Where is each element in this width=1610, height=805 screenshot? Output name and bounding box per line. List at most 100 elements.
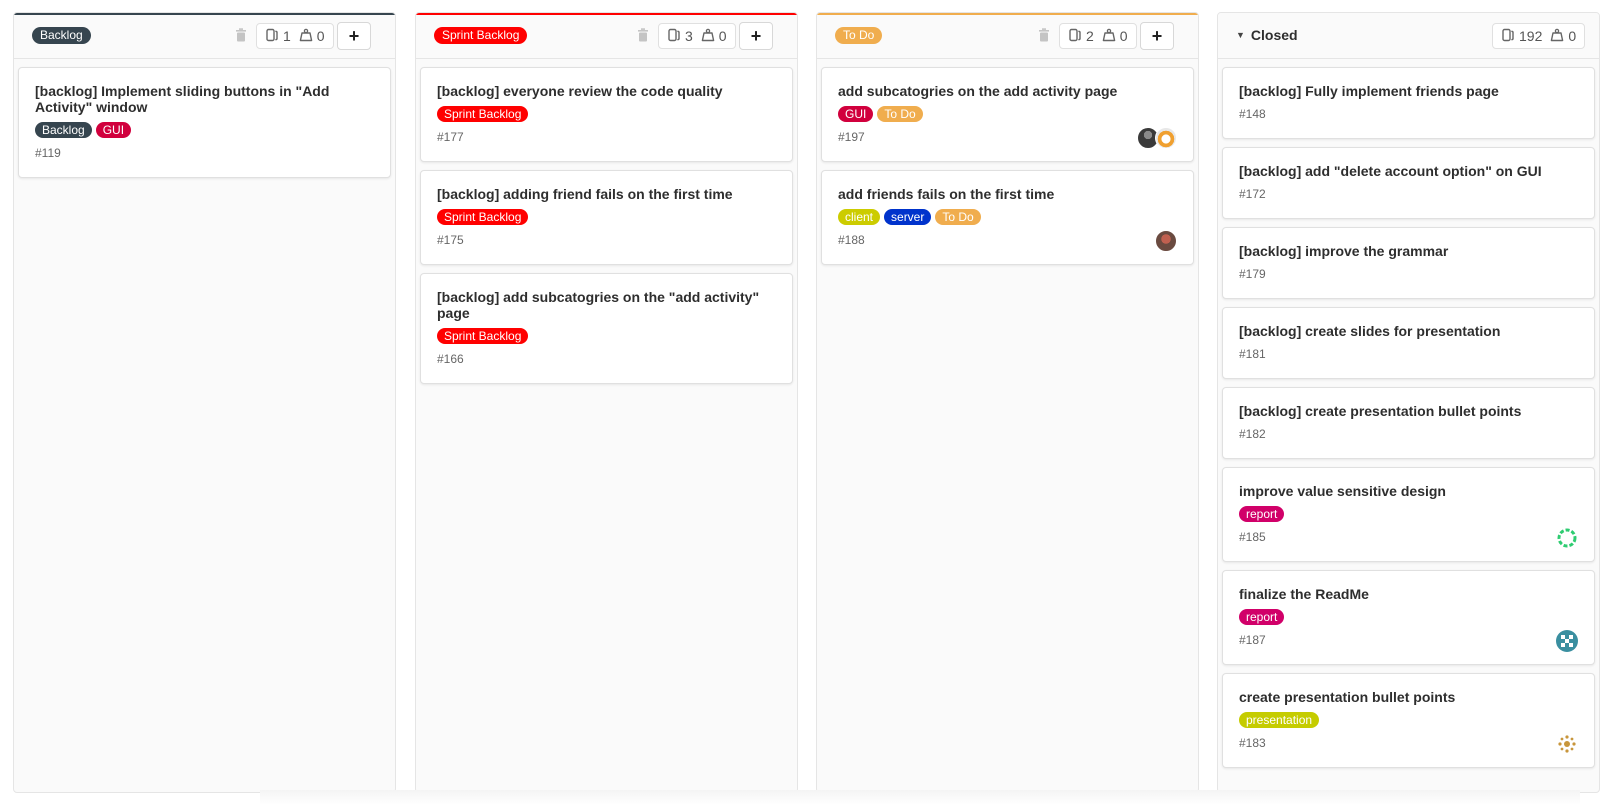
new-issue-button[interactable]: + <box>1140 22 1174 50</box>
label-to-do[interactable]: To Do <box>877 106 923 122</box>
issue-card[interactable]: [backlog] create presentation bullet poi… <box>1222 387 1595 459</box>
assignee-avatars <box>1155 230 1177 252</box>
issue-number: #175 <box>437 233 464 247</box>
issue-card[interactable]: add subcatogries on the add activity pag… <box>821 67 1194 162</box>
issue-labels: Backlog GUI <box>35 122 374 138</box>
collapse-caret-icon[interactable]: ▼ <box>1236 30 1245 40</box>
issue-title[interactable]: [backlog] create slides for presentation <box>1239 323 1578 339</box>
delete-list-icon[interactable] <box>235 28 247 43</box>
issue-labels: Sprint Backlog <box>437 209 776 225</box>
issue-number: #182 <box>1239 427 1266 441</box>
issue-title[interactable]: [backlog] everyone review the code quali… <box>437 83 776 99</box>
issue-title[interactable]: improve value sensitive design <box>1239 483 1578 499</box>
weight-icon <box>1550 28 1564 45</box>
issue-labels: Sprint Backlog <box>437 106 776 122</box>
issue-title[interactable]: [backlog] adding friend fails on the fir… <box>437 186 776 202</box>
issue-card[interactable]: create presentation bullet points presen… <box>1222 673 1595 768</box>
list-header: ▼ Closed 192 0 <box>1218 13 1599 59</box>
issue-board: Backlog 1 0 + [backlog] Implement slidin… <box>0 0 1610 805</box>
label-sprint-backlog[interactable]: Sprint Backlog <box>437 209 529 225</box>
weight-icon <box>701 28 715 45</box>
issue-card[interactable]: [backlog] everyone review the code quali… <box>420 67 793 162</box>
list-label[interactable]: Sprint Backlog <box>434 27 528 44</box>
board-list-backlog: Backlog 1 0 + [backlog] Implement slidin… <box>13 12 396 793</box>
issue-number: #185 <box>1239 530 1266 544</box>
issue-number: #183 <box>1239 736 1266 750</box>
issue-card[interactable]: [backlog] create slides for presentation… <box>1222 307 1595 379</box>
label-gui[interactable]: GUI <box>95 122 132 138</box>
assignee-avatars <box>1137 127 1177 149</box>
assignee-identicon-avatar[interactable] <box>1556 527 1578 549</box>
delete-list-icon[interactable] <box>1038 28 1050 43</box>
label-gui[interactable]: GUI <box>838 106 874 122</box>
weight-icon <box>1102 28 1116 45</box>
new-issue-button[interactable]: + <box>739 22 773 50</box>
label-server[interactable]: server <box>884 209 932 225</box>
list-counts: 3 0 <box>658 23 736 49</box>
issues-icon <box>1501 28 1515 45</box>
assignee-identicon-avatar[interactable] <box>1556 630 1578 652</box>
list-color-bar <box>817 13 1198 15</box>
issue-title[interactable]: add subcatogries on the add activity pag… <box>838 83 1177 99</box>
issue-card[interactable]: finalize the ReadMe report #187 <box>1222 570 1595 665</box>
issue-number: #148 <box>1239 107 1266 121</box>
issue-title[interactable]: [backlog] add subcatogries on the "add a… <box>437 289 776 321</box>
issue-labels: Sprint Backlog <box>437 328 776 344</box>
weight-value: 0 <box>1568 28 1577 44</box>
issue-title[interactable]: finalize the ReadMe <box>1239 586 1578 602</box>
weight-count: 0 <box>1102 28 1128 45</box>
weight-value: 0 <box>316 28 325 44</box>
list-label[interactable]: To Do <box>835 27 883 44</box>
list-title[interactable]: ▼ Closed <box>1236 27 1298 43</box>
issue-card[interactable]: [backlog] Implement sliding buttons in "… <box>18 67 391 178</box>
label-backlog[interactable]: Backlog <box>35 122 92 138</box>
issue-card[interactable]: [backlog] Fully implement friends page #… <box>1222 67 1595 139</box>
issue-count-value: 3 <box>685 28 693 44</box>
label-presentation[interactable]: presentation <box>1239 712 1320 728</box>
card-list: [backlog] everyone review the code quali… <box>416 67 797 384</box>
issue-number: #187 <box>1239 633 1266 647</box>
issue-title[interactable]: [backlog] improve the grammar <box>1239 243 1578 259</box>
issue-card[interactable]: add friends fails on the first time clie… <box>821 170 1194 265</box>
list-counts: 2 0 <box>1059 23 1137 49</box>
weight-value: 0 <box>1119 28 1128 44</box>
issue-number: #188 <box>838 233 865 247</box>
weight-icon <box>299 28 313 45</box>
list-label[interactable]: Backlog <box>32 27 91 44</box>
issue-card[interactable]: [backlog] improve the grammar #179 <box>1222 227 1595 299</box>
assignee-avatar[interactable] <box>1155 127 1177 149</box>
assignee-avatars <box>1556 527 1578 549</box>
assignee-avatar[interactable] <box>1155 230 1177 252</box>
issue-count: 3 <box>667 28 693 45</box>
list-color-bar <box>416 13 797 15</box>
issue-card[interactable]: [backlog] add subcatogries on the "add a… <box>420 273 793 384</box>
card-list: [backlog] Fully implement friends page #… <box>1218 67 1599 768</box>
issues-icon <box>667 28 681 45</box>
label-to-do[interactable]: To Do <box>935 209 981 225</box>
label-report[interactable]: report <box>1239 506 1285 522</box>
issue-labels: GUI To Do <box>838 106 1177 122</box>
issue-card[interactable]: [backlog] adding friend fails on the fir… <box>420 170 793 265</box>
issue-labels: client server To Do <box>838 209 1177 225</box>
issues-icon <box>265 28 279 45</box>
issue-card[interactable]: improve value sensitive design report #1… <box>1222 467 1595 562</box>
issue-title[interactable]: add friends fails on the first time <box>838 186 1177 202</box>
issue-card[interactable]: [backlog] add "delete account option" on… <box>1222 147 1595 219</box>
assignee-identicon-avatar[interactable] <box>1556 733 1578 755</box>
delete-list-icon[interactable] <box>637 28 649 43</box>
label-client[interactable]: client <box>838 209 881 225</box>
issue-title[interactable]: [backlog] add "delete account option" on… <box>1239 163 1578 179</box>
list-color-bar <box>14 13 395 15</box>
list-header: To Do 2 0 + <box>817 13 1198 59</box>
issue-title[interactable]: [backlog] create presentation bullet poi… <box>1239 403 1578 419</box>
issue-title[interactable]: create presentation bullet points <box>1239 689 1578 705</box>
new-issue-button[interactable]: + <box>337 22 371 50</box>
issue-title[interactable]: [backlog] Fully implement friends page <box>1239 83 1578 99</box>
weight-count: 0 <box>1550 28 1576 45</box>
label-sprint-backlog[interactable]: Sprint Backlog <box>437 106 529 122</box>
label-sprint-backlog[interactable]: Sprint Backlog <box>437 328 529 344</box>
issue-title[interactable]: [backlog] Implement sliding buttons in "… <box>35 83 374 115</box>
assignee-avatars <box>1556 733 1578 755</box>
issue-number: #179 <box>1239 267 1266 281</box>
label-report[interactable]: report <box>1239 609 1285 625</box>
